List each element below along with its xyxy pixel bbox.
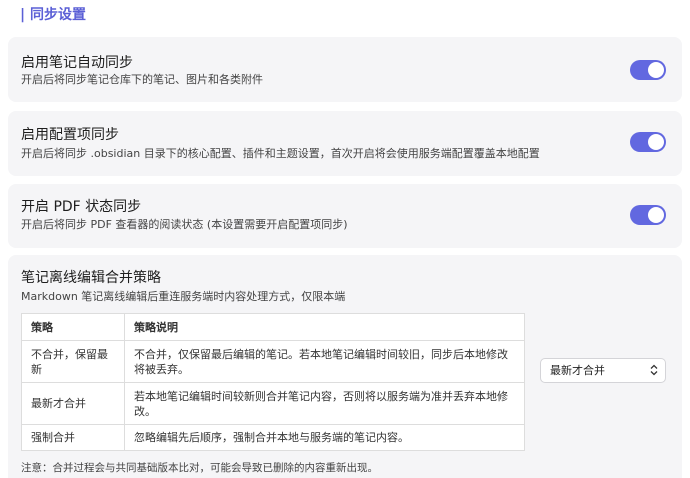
toggle-knob: [648, 207, 664, 223]
setting-pdf-sync: 开启 PDF 状态同步 开启后将同步 PDF 查看器的阅读状态 (本设置需要开启…: [8, 184, 682, 248]
sync-settings-page: | 同步设置 启用笔记自动同步 开启后将同步笔记仓库下的笔记、图片和各类附件 启…: [0, 0, 690, 478]
merge-strategy-select[interactable]: 最新才合并: [540, 358, 666, 383]
strategy-description: 若本地笔记编辑时间较新则合并笔记内容，否则将以服务端为准并丢弃本地修改。: [124, 382, 525, 425]
merge-strategy-title: 笔记离线编辑合并策略: [21, 270, 161, 286]
setting-config-sync: 启用配置项同步 开启后将同步 .obsidian 目录下的核心配置、插件和主题设…: [8, 111, 682, 176]
note-sync-toggle[interactable]: [630, 60, 666, 80]
strategy-table: 策略 策略说明 不合并，保留最新 不合并，仅保留最后编辑的笔记。若本地笔记编辑时…: [21, 313, 525, 451]
table-row: 强制合并 忽略编辑先后顺序，强制合并本地与服务端的笔记内容。: [21, 424, 525, 451]
toggle-knob: [648, 62, 664, 78]
table-row: 最新才合并 若本地笔记编辑时间较新则合并笔记内容，否则将以服务端为准并丢弃本地修…: [21, 382, 525, 425]
setting-description: 开启后将同步笔记仓库下的笔记、图片和各类附件: [21, 73, 263, 86]
setting-title: 开启 PDF 状态同步: [21, 199, 142, 215]
strategy-description: 忽略编辑先后顺序，强制合并本地与服务端的笔记内容。: [124, 424, 525, 451]
merge-strategy-description: Markdown 笔记离线编辑后重连服务端时内容处理方式，仅限本端: [21, 290, 346, 303]
merge-note: 注意：合并过程会与共同基础版本比对，可能会导致已删除的内容重新出现。: [21, 462, 378, 474]
select-value: 最新才合并: [550, 364, 605, 377]
setting-description: 开启后将同步 .obsidian 目录下的核心配置、插件和主题设置，首次开启将会…: [21, 147, 540, 160]
setting-title: 启用配置项同步: [21, 127, 119, 143]
updown-chevron-icon: [650, 359, 658, 382]
section-title: | 同步设置: [20, 7, 86, 23]
table-header-row: 策略 策略说明: [21, 313, 525, 341]
setting-description: 开启后将同步 PDF 查看器的阅读状态 (本设置需要开启配置项同步): [21, 218, 348, 231]
strategy-name: 强制合并: [21, 424, 125, 451]
table-header: 策略: [21, 313, 125, 341]
setting-title: 启用笔记自动同步: [21, 55, 133, 71]
strategy-name: 不合并，保留最新: [21, 340, 125, 383]
strategy-name: 最新才合并: [21, 382, 125, 425]
setting-note-sync: 启用笔记自动同步 开启后将同步笔记仓库下的笔记、图片和各类附件: [8, 37, 682, 102]
setting-merge-strategy: 笔记离线编辑合并策略 Markdown 笔记离线编辑后重连服务端时内容处理方式，…: [8, 255, 682, 478]
table-header: 策略说明: [124, 313, 525, 341]
strategy-description: 不合并，仅保留最后编辑的笔记。若本地笔记编辑时间较旧，同步后本地修改将被丢弃。: [124, 340, 525, 383]
pdf-sync-toggle[interactable]: [630, 205, 666, 225]
toggle-knob: [648, 134, 664, 150]
table-row: 不合并，保留最新 不合并，仅保留最后编辑的笔记。若本地笔记编辑时间较旧，同步后本…: [21, 340, 525, 383]
config-sync-toggle[interactable]: [630, 132, 666, 152]
